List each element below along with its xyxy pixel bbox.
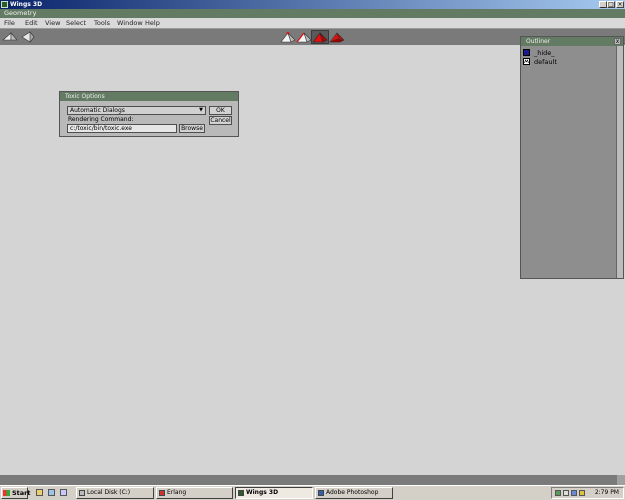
task-label: Local Disk (C:)	[87, 489, 131, 496]
body-mode-icon[interactable]	[328, 30, 346, 44]
hide-folder-icon	[523, 49, 530, 56]
wings-app-icon	[1, 1, 8, 8]
menu-window[interactable]: Window	[117, 18, 143, 28]
outliner-item-label: default	[534, 58, 557, 66]
tray-volume-icon[interactable]	[563, 490, 569, 496]
explorer-icon[interactable]	[48, 489, 55, 496]
desktop-icon[interactable]	[36, 489, 43, 496]
windows-taskbar: Start Local Disk (C:) Erlang Wings 3D Ad…	[0, 485, 625, 500]
clock[interactable]: 2:79 PM	[595, 488, 619, 498]
task-local-disk[interactable]: Local Disk (C:)	[76, 487, 154, 499]
material-icon	[523, 58, 530, 65]
menu-file[interactable]: File	[4, 18, 15, 28]
rendering-command-label: Rendering Command:	[68, 116, 134, 123]
outliner-title: Outliner	[526, 38, 551, 45]
browse-button[interactable]: Browse	[179, 124, 205, 133]
start-label: Start	[12, 489, 31, 497]
outliner-item-label: _hide_	[534, 49, 555, 57]
wings-icon	[238, 490, 244, 496]
task-label: Erlang	[167, 489, 187, 496]
outliner-close-button[interactable]: x	[614, 38, 621, 45]
maximize-button[interactable]: □	[607, 1, 615, 8]
status-resize-handle[interactable]	[617, 475, 625, 485]
close-button[interactable]: ×	[616, 1, 624, 8]
ie-icon[interactable]	[60, 489, 67, 496]
outliner-scrollbar[interactable]	[616, 46, 623, 278]
task-label: Adobe Photoshop	[326, 489, 379, 496]
system-tray: 2:79 PM	[551, 487, 624, 499]
task-label: Wings 3D	[246, 489, 279, 496]
menu-select[interactable]: Select	[66, 18, 86, 28]
outliner-title-bar[interactable]: Outliner x	[521, 37, 623, 46]
minimize-button[interactable]: _	[599, 1, 607, 8]
erlang-icon	[159, 490, 165, 496]
ok-button[interactable]: OK	[209, 106, 232, 115]
tray-shield-icon[interactable]	[579, 490, 585, 496]
photoshop-icon	[318, 490, 324, 496]
menu-view[interactable]: View	[45, 18, 60, 28]
drive-icon	[79, 490, 85, 496]
dropdown-arrow-icon: ▼	[199, 107, 203, 113]
window-title-bar: Wings 3D _ □ ×	[0, 0, 625, 9]
dialog-title: Toxic Options	[65, 93, 105, 100]
dialog-mode-select[interactable]: Automatic Dialogs ▼	[67, 106, 206, 115]
toxic-options-dialog: Toxic Options Automatic Dialogs ▼ OK Ren…	[59, 91, 239, 137]
menu-edit[interactable]: Edit	[25, 18, 38, 28]
geometry-title: Geometry	[4, 9, 37, 17]
outliner-panel: Outliner x _hide_ default	[520, 36, 624, 279]
rendering-command-input[interactable]: c:/toxic/bin/toxic.exe	[67, 124, 177, 133]
tray-network-icon[interactable]	[555, 490, 561, 496]
cancel-button[interactable]: Cancel	[209, 116, 232, 125]
redo-icon[interactable]	[19, 30, 37, 44]
tray-app-icon[interactable]	[571, 490, 577, 496]
status-bar	[0, 475, 625, 485]
undo-icon[interactable]	[2, 30, 20, 44]
dialog-mode-value: Automatic Dialogs	[70, 107, 125, 114]
menu-help[interactable]: Help	[145, 18, 160, 28]
menu-tools[interactable]: Tools	[94, 18, 110, 28]
task-wings3d[interactable]: Wings 3D	[235, 487, 313, 499]
dialog-title-bar[interactable]: Toxic Options	[60, 92, 238, 101]
geometry-window-bar: Geometry	[0, 9, 625, 18]
face-mode-icon[interactable]	[311, 30, 329, 44]
task-erlang[interactable]: Erlang	[156, 487, 233, 499]
task-photoshop[interactable]: Adobe Photoshop	[315, 487, 393, 499]
start-button[interactable]: Start	[1, 487, 31, 499]
window-title: Wings 3D	[10, 1, 43, 8]
menu-bar: File Edit View Select Tools Window Help	[0, 18, 625, 29]
windows-logo-icon	[3, 490, 10, 496]
